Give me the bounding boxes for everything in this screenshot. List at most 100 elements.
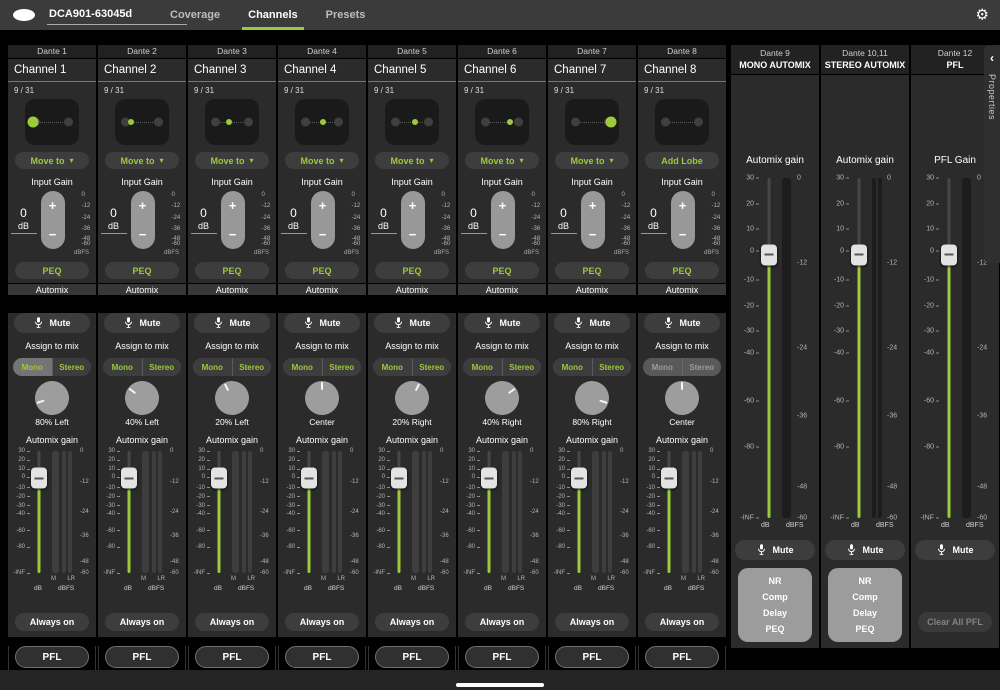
input-gain-field[interactable]: 0 dB — [191, 206, 217, 234]
always-on-button[interactable]: Always on — [555, 613, 629, 631]
fader-thumb[interactable] — [571, 468, 587, 489]
mono-button[interactable]: Mono — [13, 358, 53, 376]
mute-button[interactable]: Mute — [735, 540, 815, 560]
tab-coverage[interactable]: Coverage — [170, 0, 220, 30]
fader-thumb[interactable] — [661, 468, 677, 489]
mute-button[interactable]: Mute — [284, 313, 360, 333]
always-on-button[interactable]: Always on — [645, 613, 719, 631]
input-gain-field[interactable]: 0 dB — [371, 206, 397, 234]
channel-name-field[interactable]: Channel 3 — [188, 59, 276, 82]
mute-button[interactable]: Mute — [14, 313, 90, 333]
device-name-field[interactable]: DCA901-63045d — [47, 5, 187, 25]
pfl-button[interactable]: PFL — [465, 646, 539, 668]
peq-button[interactable]: PEQ — [465, 262, 539, 279]
move-to-button[interactable]: Move to ▾ — [465, 152, 539, 169]
gain-decrease-button[interactable]: − — [671, 220, 695, 249]
fader-thumb[interactable] — [761, 244, 777, 265]
input-gain-field[interactable]: 0 dB — [551, 206, 577, 234]
automix-gain-fader[interactable] — [121, 451, 136, 573]
move-to-button[interactable]: Move to ▾ — [105, 152, 179, 169]
nr-button[interactable]: NR — [828, 573, 902, 589]
always-on-button[interactable]: Always on — [15, 613, 89, 631]
always-on-button[interactable]: Always on — [195, 613, 269, 631]
gain-increase-button[interactable]: + — [41, 191, 65, 220]
pan-knob[interactable] — [305, 381, 339, 415]
move-to-button[interactable]: Move to ▾ — [285, 152, 359, 169]
pan-knob[interactable] — [665, 381, 699, 415]
pfl-button[interactable]: PFL — [105, 646, 179, 668]
gain-decrease-button[interactable]: − — [131, 220, 155, 249]
move-to-button[interactable]: Move to ▾ — [375, 152, 449, 169]
stereo-button[interactable]: Stereo — [53, 358, 92, 376]
peq-button[interactable]: PEQ — [15, 262, 89, 279]
properties-panel-tab[interactable]: ‹ Properties — [984, 45, 1000, 263]
pan-knob[interactable] — [209, 375, 255, 421]
pfl-button[interactable]: PFL — [285, 646, 359, 668]
home-indicator[interactable] — [456, 683, 544, 687]
pan-knob[interactable] — [571, 377, 614, 420]
pan-knob[interactable] — [389, 375, 435, 421]
fader-thumb[interactable] — [301, 468, 317, 489]
peq-button[interactable]: PEQ — [828, 621, 902, 637]
stereo-button[interactable]: Stereo — [233, 358, 272, 376]
input-gain-field[interactable]: 0 dB — [11, 206, 37, 234]
gain-increase-button[interactable]: + — [311, 191, 335, 220]
gain-decrease-button[interactable]: − — [311, 220, 335, 249]
mute-button[interactable]: Mute — [374, 313, 450, 333]
lobe-position-widget[interactable] — [385, 99, 439, 145]
bus-gain-fader[interactable] — [940, 178, 958, 518]
bus-gain-fader[interactable] — [850, 178, 868, 518]
tab-channels[interactable]: Channels — [248, 0, 298, 30]
pan-knob[interactable] — [118, 374, 165, 421]
input-gain-field[interactable]: 0 dB — [101, 206, 127, 234]
fader-thumb[interactable] — [121, 468, 137, 489]
fader-thumb[interactable] — [31, 468, 47, 489]
lobe-position-widget[interactable] — [115, 99, 169, 145]
lobe-position-widget[interactable] — [565, 99, 619, 145]
mute-button[interactable]: Mute — [104, 313, 180, 333]
nr-button[interactable]: NR — [738, 573, 812, 589]
pfl-button[interactable]: PFL — [375, 646, 449, 668]
fader-thumb[interactable] — [211, 468, 227, 489]
move-to-button[interactable]: Add Lobe ▾ — [645, 152, 719, 169]
automix-gain-fader[interactable] — [571, 451, 586, 573]
move-to-button[interactable]: Move to ▾ — [195, 152, 269, 169]
tab-presets[interactable]: Presets — [326, 0, 366, 30]
pfl-button[interactable]: PFL — [195, 646, 269, 668]
comp-button[interactable]: Comp — [828, 589, 902, 605]
stereo-button[interactable]: Stereo — [323, 358, 362, 376]
input-gain-field[interactable]: 0 dB — [461, 206, 487, 234]
mute-button[interactable]: Mute — [825, 540, 905, 560]
stereo-button[interactable]: Stereo — [593, 358, 632, 376]
mono-button[interactable]: Mono — [103, 358, 143, 376]
gain-increase-button[interactable]: + — [131, 191, 155, 220]
gain-increase-button[interactable]: + — [671, 191, 695, 220]
automix-gain-fader[interactable] — [301, 451, 316, 573]
gain-increase-button[interactable]: + — [221, 191, 245, 220]
peq-button[interactable]: PEQ — [645, 262, 719, 279]
stereo-button[interactable]: Stereo — [413, 358, 452, 376]
delay-button[interactable]: Delay — [828, 605, 902, 621]
mono-button[interactable]: Mono — [463, 358, 503, 376]
lobe-position-widget[interactable] — [475, 99, 529, 145]
gain-increase-button[interactable]: + — [581, 191, 605, 220]
input-gain-field[interactable]: 0 dB — [281, 206, 307, 234]
pfl-button[interactable]: PFL — [555, 646, 629, 668]
pfl-button[interactable]: PFL — [645, 646, 719, 668]
mute-button[interactable]: Mute — [194, 313, 270, 333]
automix-gain-fader[interactable] — [211, 451, 226, 573]
lobe-position-widget[interactable] — [205, 99, 259, 145]
channel-name-field[interactable]: Channel 4 — [278, 59, 366, 82]
channel-name-field[interactable]: Channel 7 — [548, 59, 636, 82]
bus-gain-fader[interactable] — [760, 178, 778, 518]
lobe-position-widget[interactable] — [655, 99, 709, 145]
fader-thumb[interactable] — [391, 468, 407, 489]
mono-button[interactable]: Mono — [373, 358, 413, 376]
mono-button[interactable]: Mono — [553, 358, 593, 376]
channel-name-field[interactable]: Channel 5 — [368, 59, 456, 82]
fader-thumb[interactable] — [851, 244, 867, 265]
stereo-button[interactable]: Stereo — [143, 358, 182, 376]
channel-name-field[interactable]: Channel 8 — [638, 59, 726, 82]
automix-gain-fader[interactable] — [481, 451, 496, 573]
clear-all-pfl-button[interactable]: Clear All PFL — [918, 612, 992, 632]
